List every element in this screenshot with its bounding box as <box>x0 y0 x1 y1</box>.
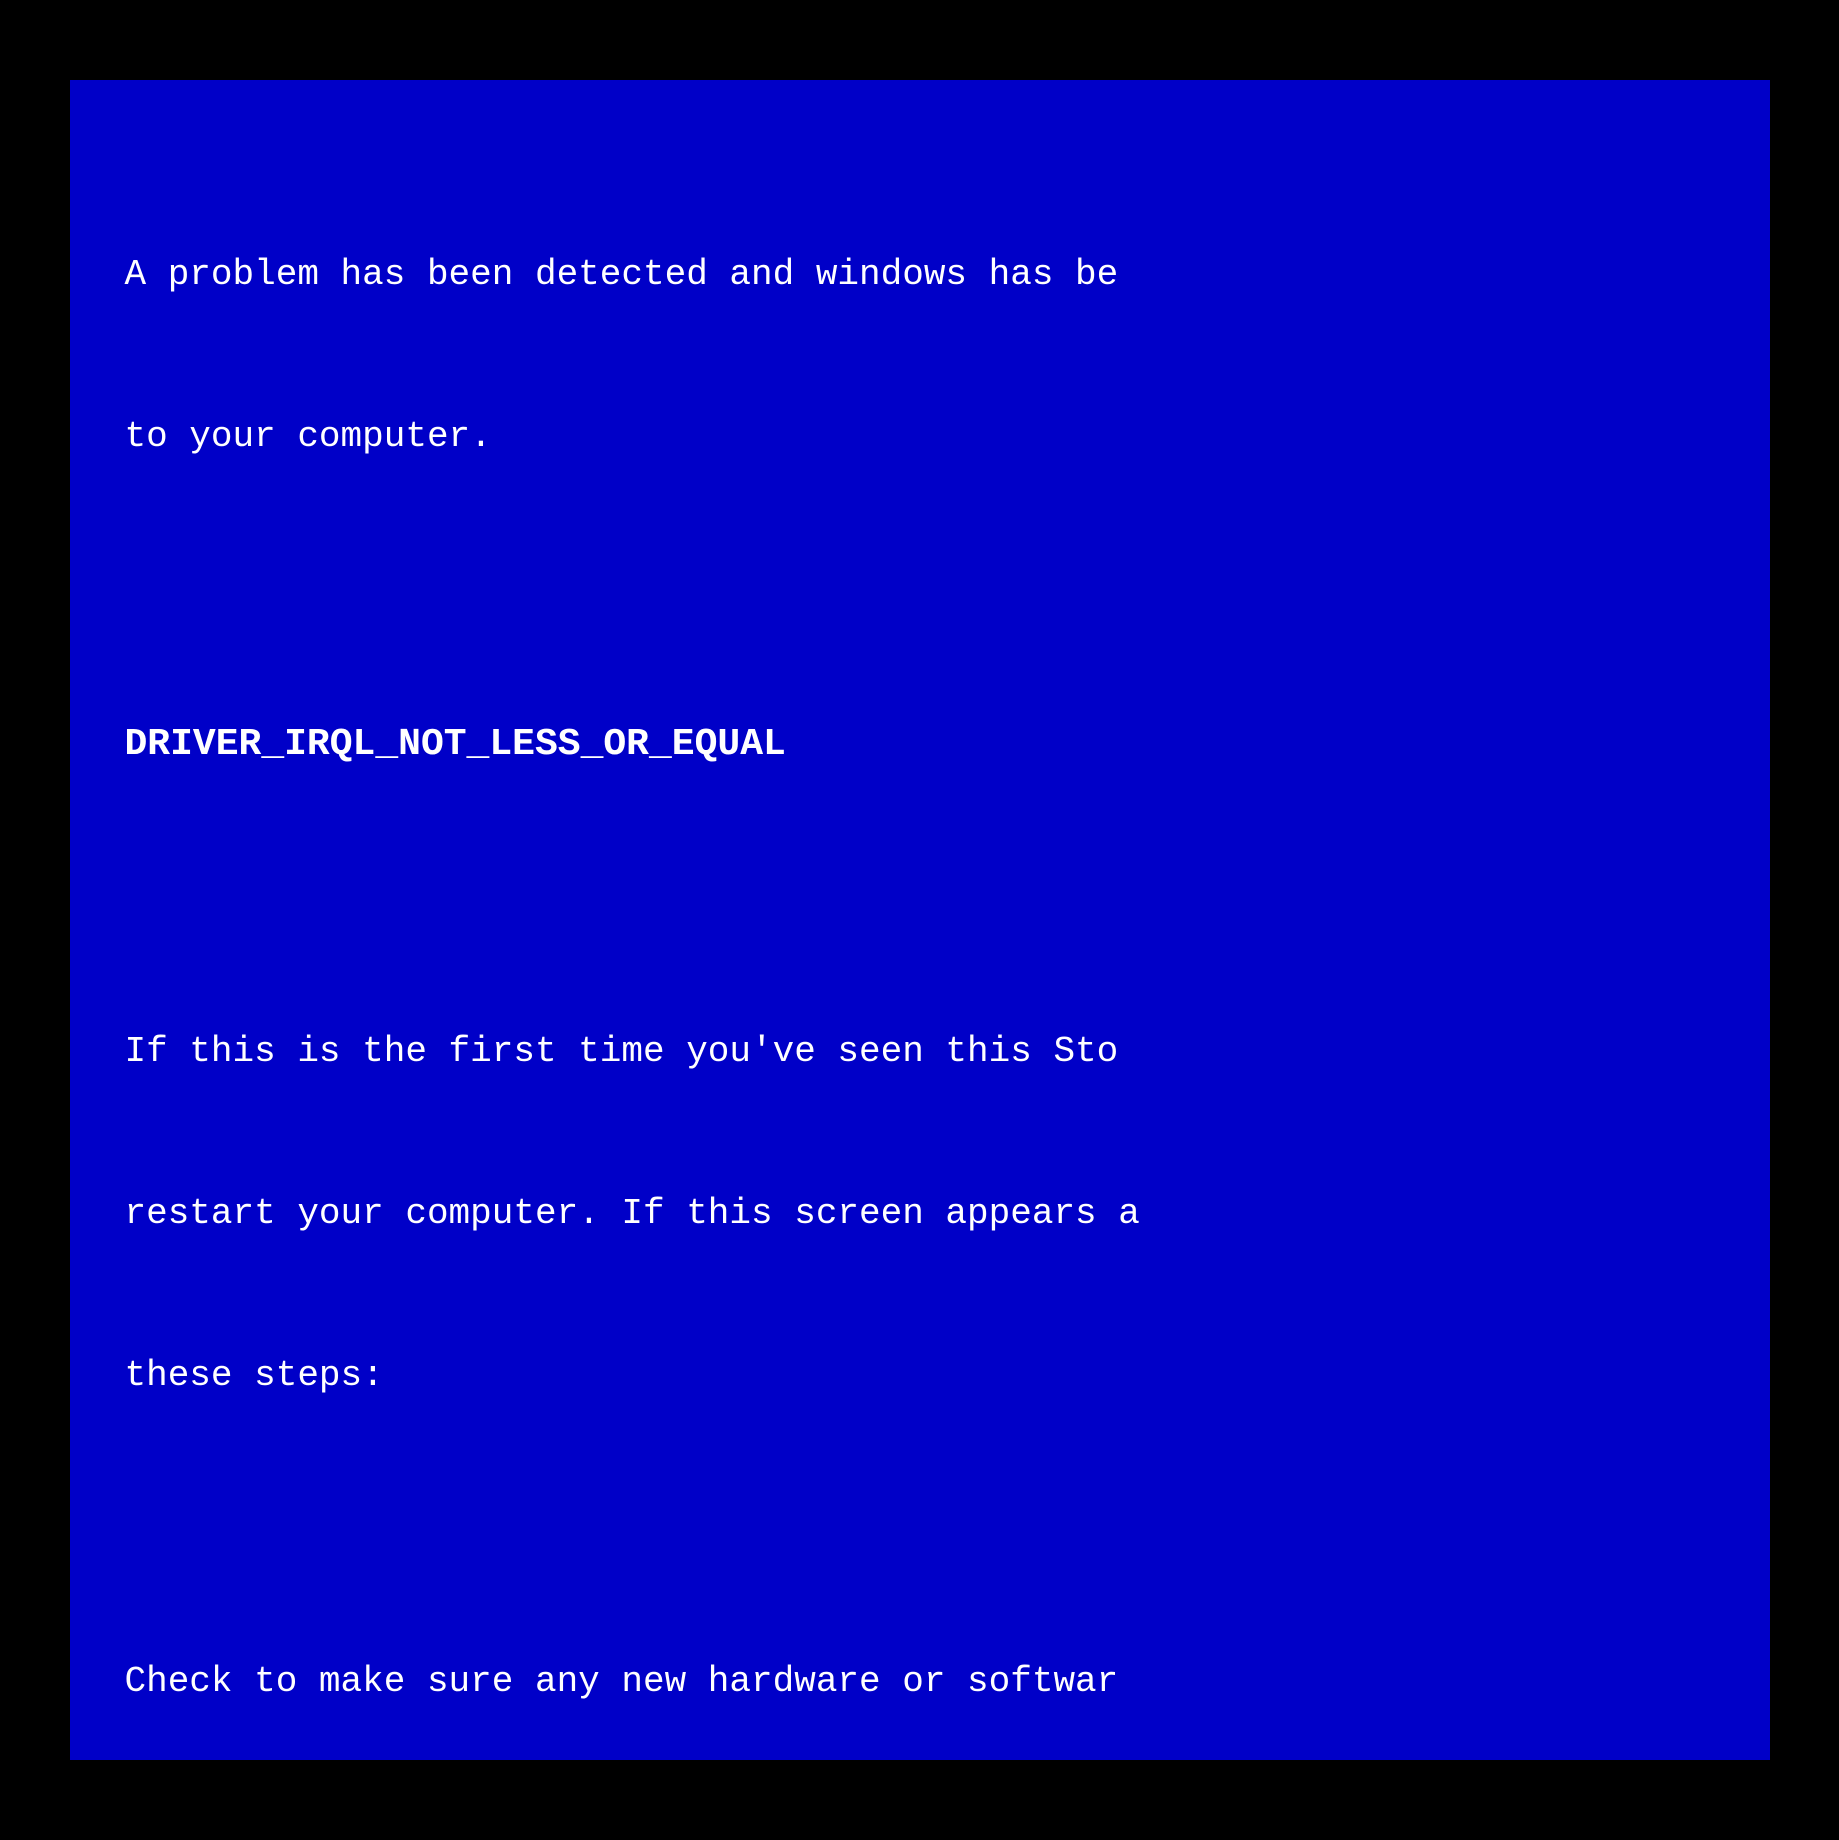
spacer-3 <box>125 1511 1715 1547</box>
spacer-2 <box>125 881 1715 917</box>
line-5: these steps: <box>125 1349 1715 1403</box>
bsod-content: A problem has been detected and windows … <box>125 140 1715 1760</box>
error-code: DRIVER_IRQL_NOT_LESS_OR_EQUAL <box>125 716 1715 773</box>
screen-container: A problem has been detected and windows … <box>0 0 1839 1840</box>
spacer-1 <box>125 572 1715 608</box>
line-1: A problem has been detected and windows … <box>125 248 1715 302</box>
line-2: to your computer. <box>125 410 1715 464</box>
line-6: Check to make sure any new hardware or s… <box>125 1655 1715 1709</box>
line-3: If this is the first time you've seen th… <box>125 1025 1715 1079</box>
line-4: restart your computer. If this screen ap… <box>125 1187 1715 1241</box>
bsod-screen: A problem has been detected and windows … <box>70 80 1770 1760</box>
